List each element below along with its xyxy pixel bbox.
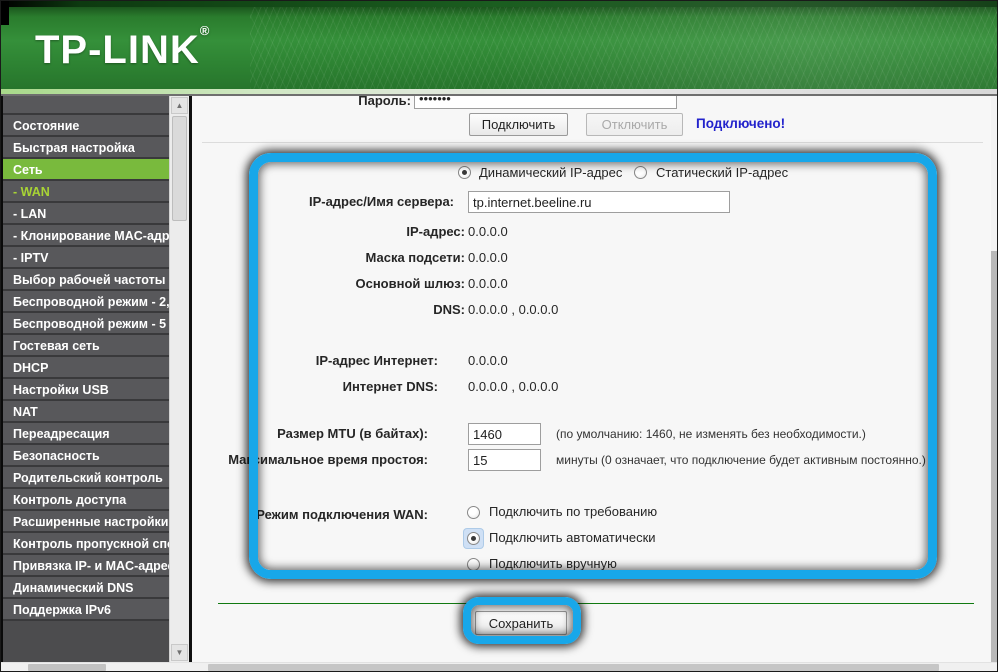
field-value: 0.0.0.0 bbox=[468, 247, 508, 269]
static-ip-radio[interactable] bbox=[634, 166, 647, 179]
disconnect-button[interactable]: Отключить bbox=[586, 113, 683, 136]
idle-time-input[interactable] bbox=[468, 449, 541, 471]
radio-icon[interactable] bbox=[467, 532, 480, 545]
sidebar-item[interactable]: Беспроводной режим - 5 Г bbox=[3, 313, 169, 335]
mtu-label: Размер MTU (в байтах): bbox=[192, 423, 428, 445]
horizontal-scroll-thumb[interactable] bbox=[208, 664, 939, 671]
sidebar-item[interactable]: Родительский контроль bbox=[3, 467, 169, 489]
password-label: Пароль: bbox=[192, 96, 411, 112]
sidebar-item[interactable]: Расширенные настройки м bbox=[3, 511, 169, 533]
sidebar-menu: СостояниеБыстрая настройкаСеть- WAN- LAN… bbox=[1, 96, 169, 671]
wan-mode-radio[interactable] bbox=[464, 529, 483, 548]
mtu-hint: (по умолчанию: 1460, не изменять без нео… bbox=[556, 423, 866, 445]
tplink-logo: TP-LINK® bbox=[35, 23, 209, 73]
field-label: IP-адрес Интернет: bbox=[192, 350, 438, 372]
scroll-down-icon[interactable]: ▼ bbox=[171, 644, 188, 661]
sidebar-item[interactable]: Переадресация bbox=[3, 423, 169, 445]
connection-status: Подключено! bbox=[696, 113, 785, 135]
wan-mode-option-label: Подключить автоматически bbox=[489, 528, 656, 548]
header-corner bbox=[1, 1, 9, 25]
idle-time-label: Максимальное время простоя: bbox=[192, 449, 428, 471]
field-label: IP-адрес: bbox=[192, 221, 465, 243]
sidebar-scrollbar[interactable]: ▲ ▼ bbox=[169, 96, 189, 671]
save-button[interactable]: Сохранить bbox=[475, 611, 567, 635]
sidebar-item[interactable]: NAT bbox=[3, 401, 169, 423]
section-separator bbox=[202, 142, 983, 143]
wan-mode-option-label: Подключить вручную bbox=[489, 554, 617, 574]
sidebar-item[interactable]: Быстрая настройка bbox=[3, 137, 169, 159]
sidebar-partial-item bbox=[3, 96, 169, 115]
scroll-up-icon[interactable]: ▲ bbox=[171, 97, 188, 114]
server-name-input[interactable] bbox=[468, 191, 730, 213]
sidebar-item[interactable]: Безопасность bbox=[3, 445, 169, 467]
wan-mode-radio[interactable] bbox=[464, 555, 483, 574]
field-label: DNS: bbox=[192, 299, 465, 321]
field-value: 0.0.0.0 bbox=[468, 221, 508, 243]
router-admin-page: TP-LINK® СостояниеБыстрая настройкаСеть-… bbox=[0, 0, 998, 672]
wan-mode-label: Режим подключения WAN: bbox=[192, 504, 428, 526]
connect-button[interactable]: Подключить bbox=[469, 113, 568, 136]
server-name-label: IP-адрес/Имя сервера: bbox=[192, 191, 454, 213]
dynamic-ip-radio[interactable] bbox=[458, 166, 471, 179]
sidebar-item[interactable]: Динамический DNS bbox=[3, 577, 169, 599]
radio-icon[interactable] bbox=[467, 558, 480, 571]
horizontal-scroll-thumb[interactable] bbox=[28, 664, 106, 671]
sidebar-item[interactable]: - Клонирование MAC-адре bbox=[3, 225, 169, 247]
field-label: Основной шлюз: bbox=[192, 273, 465, 295]
field-value: 0.0.0.0 , 0.0.0.0 bbox=[468, 376, 558, 398]
sidebar-item[interactable]: Сеть bbox=[3, 159, 169, 181]
idle-time-hint: минуты (0 означает, что подключение буде… bbox=[556, 449, 926, 471]
sidebar-item[interactable]: Состояние bbox=[3, 115, 169, 137]
footer-green-line bbox=[218, 603, 974, 604]
wan-mode-radio[interactable] bbox=[464, 503, 483, 522]
radio-icon[interactable] bbox=[467, 506, 480, 519]
sidebar-item[interactable]: Привязка IP- и MAC-адрес bbox=[3, 555, 169, 577]
main-layout: СостояниеБыстрая настройкаСеть- WAN- LAN… bbox=[1, 96, 997, 671]
sidebar-item[interactable]: DHCP bbox=[3, 357, 169, 379]
wan-form: Пароль: Подключить Отключить Подключено!… bbox=[192, 96, 991, 671]
sidebar-item[interactable]: Контроль пропускной спос bbox=[3, 533, 169, 555]
mtu-input[interactable] bbox=[468, 423, 541, 445]
password-input[interactable] bbox=[414, 96, 677, 109]
wan-mode-option-label: Подключить по требованию bbox=[489, 502, 657, 522]
dynamic-ip-label: Динамический IP-адрес bbox=[479, 163, 622, 183]
sidebar-item[interactable]: Поддержка IPv6 bbox=[3, 599, 169, 621]
header: TP-LINK® bbox=[1, 1, 997, 89]
sidebar-item[interactable]: Беспроводной режим - 2,4 bbox=[3, 291, 169, 313]
sidebar-scrollbar-thumb[interactable] bbox=[172, 116, 187, 221]
field-label: Маска подсети: bbox=[192, 247, 465, 269]
field-value: 0.0.0.0 , 0.0.0.0 bbox=[468, 299, 558, 321]
sidebar-item[interactable]: Настройки USB bbox=[3, 379, 169, 401]
page-vertical-scrollbar[interactable] bbox=[991, 96, 997, 671]
static-ip-label: Статический IP-адрес bbox=[656, 163, 788, 183]
registered-mark: ® bbox=[200, 23, 210, 38]
field-value: 0.0.0.0 bbox=[468, 273, 508, 295]
page-horizontal-scrollbar[interactable] bbox=[1, 662, 997, 671]
header-top-stripe bbox=[1, 1, 997, 7]
sidebar-item[interactable]: Выбор рабочей частоты bbox=[3, 269, 169, 291]
sidebar-item[interactable]: - WAN bbox=[3, 181, 169, 203]
sidebar-item[interactable]: - LAN bbox=[3, 203, 169, 225]
sidebar-item[interactable]: Контроль доступа bbox=[3, 489, 169, 511]
field-value: 0.0.0.0 bbox=[468, 350, 508, 372]
sidebar-item[interactable]: Гостевая сеть bbox=[3, 335, 169, 357]
field-label: Интернет DNS: bbox=[192, 376, 438, 398]
sidebar-item[interactable]: - IPTV bbox=[3, 247, 169, 269]
